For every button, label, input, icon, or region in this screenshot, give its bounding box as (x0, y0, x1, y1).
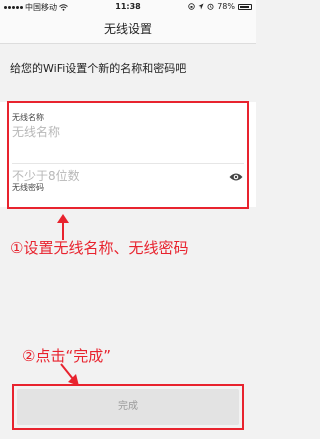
status-right: 78% (188, 2, 252, 11)
battery-icon (238, 3, 252, 10)
location-icon (198, 3, 204, 10)
page-title: 无线设置 (0, 14, 256, 44)
form-highlight-box (7, 101, 249, 209)
instruction-step-1: ①设置无线名称、无线密码 (10, 239, 189, 257)
orientation-lock-icon (188, 3, 195, 10)
battery-percent: 78% (217, 2, 235, 11)
alarm-icon (207, 3, 214, 10)
done-button[interactable]: 完成 (17, 389, 239, 425)
page-subtitle: 给您的WiFi设置个新的名称和密码吧 (10, 62, 187, 75)
status-bar: 中国移动 11:38 78% (0, 0, 256, 14)
